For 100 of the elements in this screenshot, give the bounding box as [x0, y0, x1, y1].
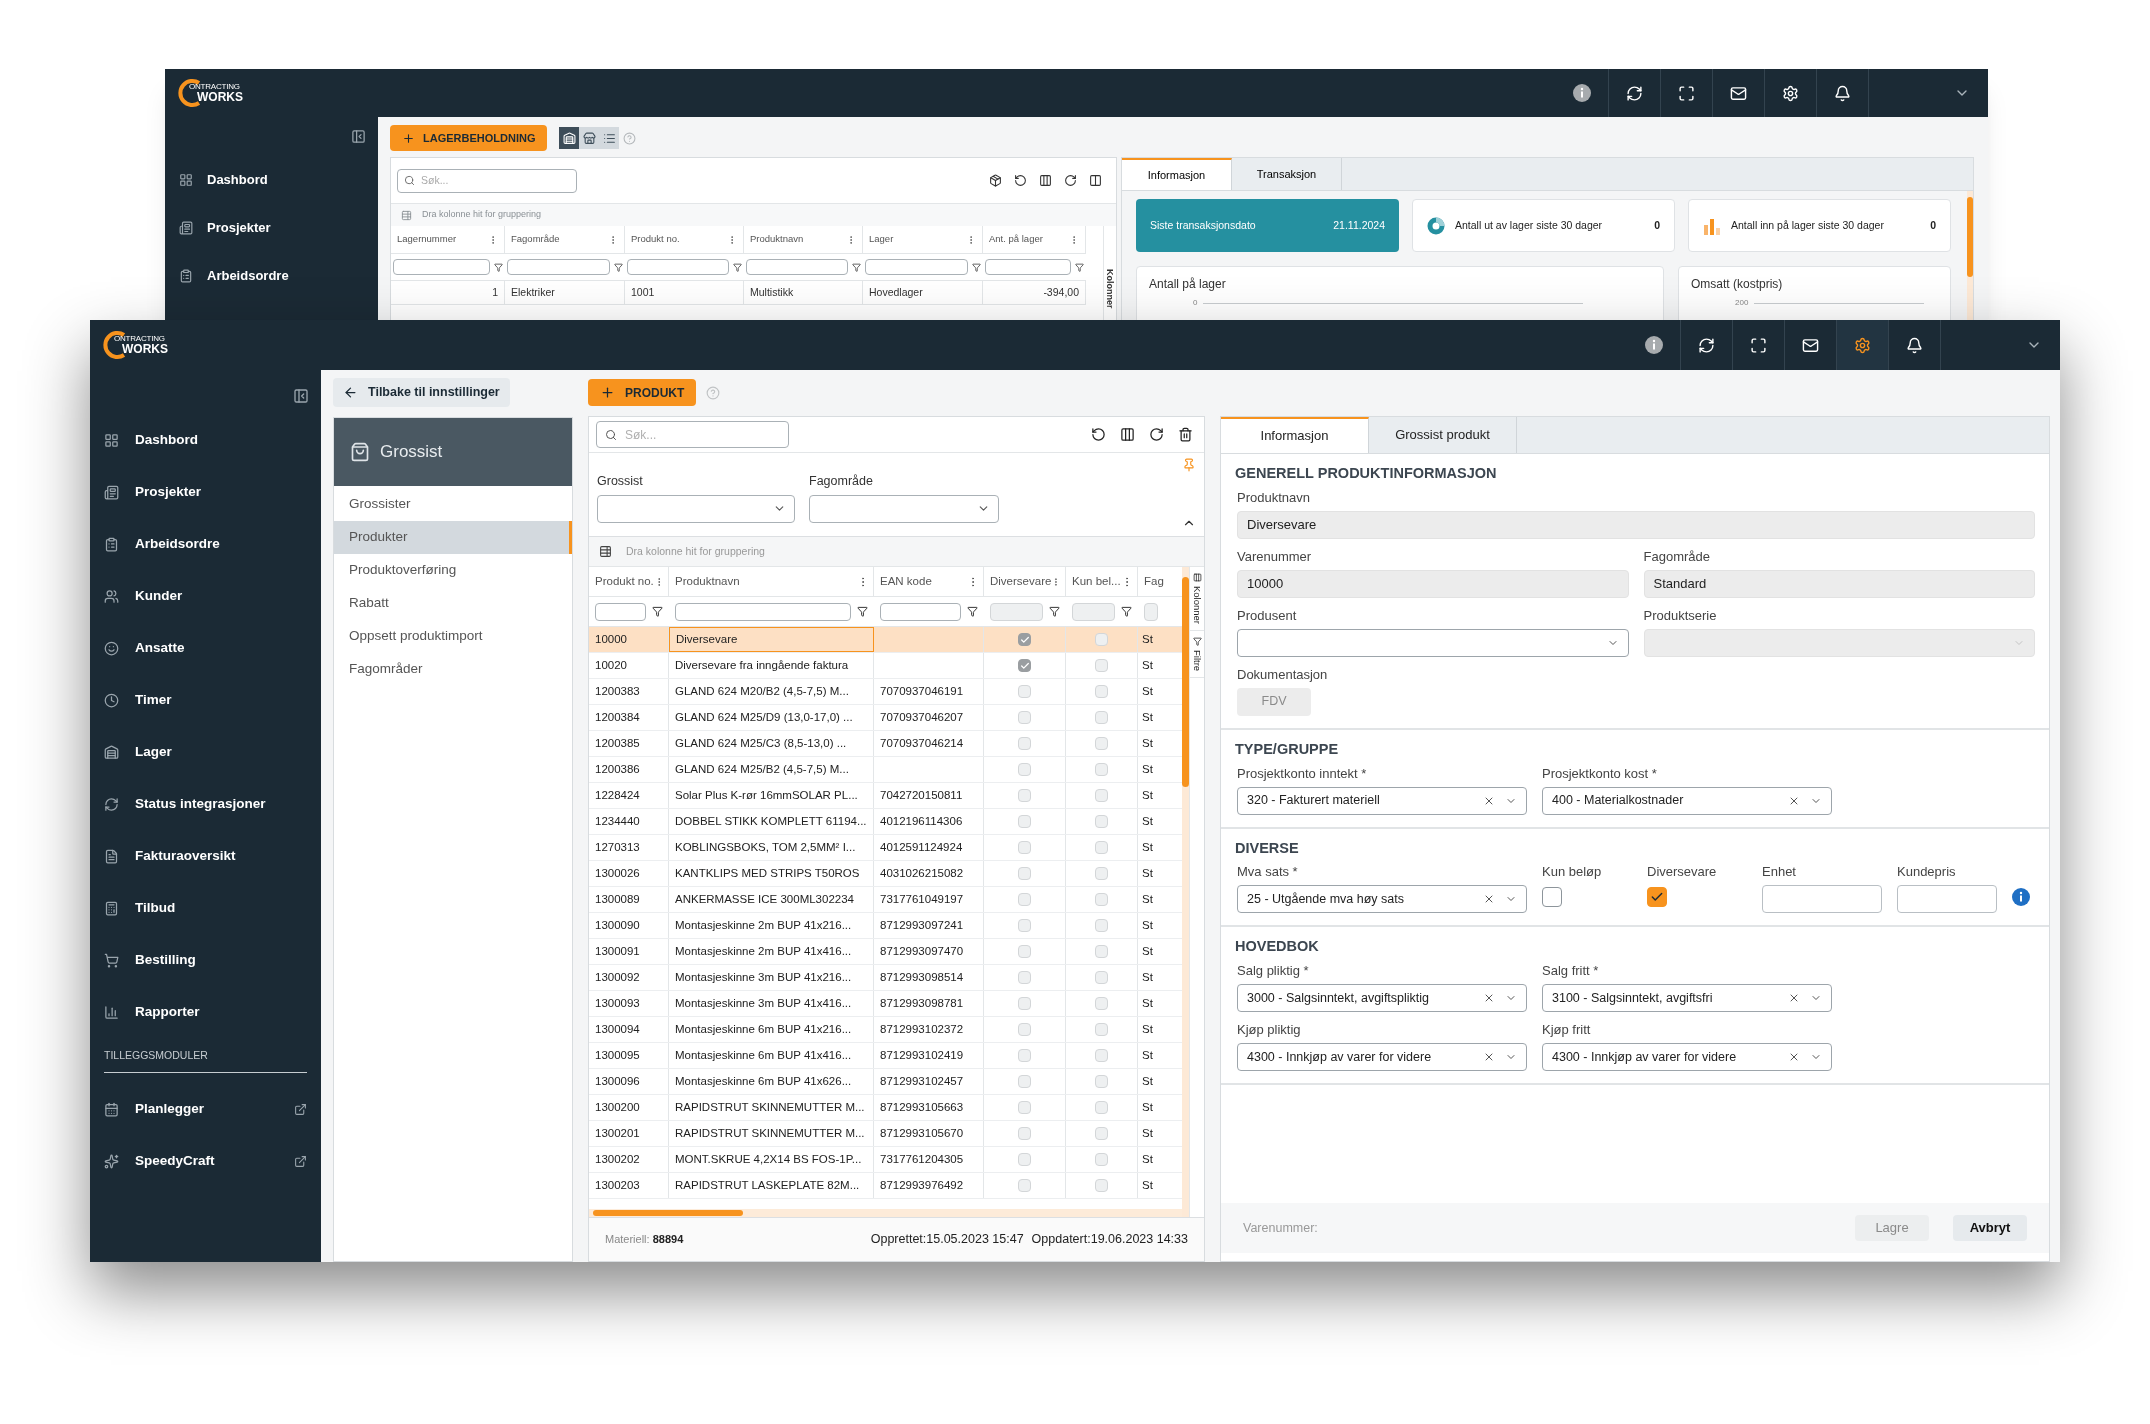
table-row[interactable]: 1300090 Montasjeskinne 2m BUP 41x216... 8712993097241 St	[589, 913, 1182, 939]
column-header[interactable]: Produktnavn	[669, 567, 874, 596]
column-header[interactable]: Lagernummer	[391, 226, 505, 253]
filter-icon[interactable]	[614, 262, 623, 272]
select-field[interactable]: 3100 - Salgsinntekt, avgiftsfri	[1542, 984, 1832, 1012]
select-field[interactable]	[1237, 628, 1629, 657]
info-icon[interactable]	[2012, 888, 2030, 907]
table-row[interactable]: 1200384 GLAND 624 M25/D9 (13,0-17,0) ... 7070937046207 St	[589, 705, 1182, 731]
filter-input[interactable]	[675, 602, 851, 621]
side-tab[interactable]: Kolonner	[1190, 567, 1204, 632]
filter-icon[interactable]	[852, 262, 861, 272]
clear-icon[interactable]	[1483, 992, 1495, 1004]
nav-item[interactable]: Grossister	[334, 488, 572, 521]
filter-icon[interactable]	[733, 262, 742, 272]
sidebar-item[interactable]: Kunder	[90, 570, 321, 622]
filter-input[interactable]	[865, 259, 968, 275]
clear-icon[interactable]	[1788, 1051, 1800, 1063]
tab[interactable]: Informasjon	[1221, 417, 1369, 453]
tab[interactable]: Transaksjon	[1232, 158, 1342, 190]
columns-icon[interactable]	[1120, 427, 1135, 442]
select-field[interactable]: 320 - Fakturert materiell	[1237, 786, 1527, 815]
filter-input[interactable]	[990, 602, 1043, 621]
input-field[interactable]	[1762, 885, 1882, 914]
view-toggle[interactable]	[559, 127, 580, 149]
checkbox[interactable]	[1542, 887, 1562, 908]
filter-icon[interactable]	[1049, 606, 1060, 617]
select-field[interactable]: 25 - Utgående mva høy sats	[1237, 885, 1527, 914]
column-header[interactable]: EAN kode	[874, 567, 984, 596]
table-row[interactable]: 1300091 Montasjeskinne 2m BUP 41x416... 8712993097470 St	[589, 939, 1182, 965]
table-row[interactable]: 10000 Diversevare St	[589, 627, 1182, 653]
select-field[interactable]: 4300 - Innkjøp av varer for videre	[1542, 1043, 1832, 1071]
column-header[interactable]: Produktnavn	[744, 226, 863, 253]
delete-icon[interactable]	[1178, 427, 1193, 442]
sidebar-item[interactable]: Dashbord	[165, 156, 378, 204]
clear-icon[interactable]	[1483, 1051, 1495, 1063]
sidebar-item[interactable]: Arbeidsordre	[165, 252, 378, 300]
column-header[interactable]: Diversevare	[984, 567, 1066, 596]
table-row[interactable]: 1300094 Montasjeskinne 6m BUP 41x216... 8712993102372 St	[589, 1017, 1182, 1043]
column-header[interactable]: Fag	[1138, 567, 1164, 596]
table-row[interactable]: 10020 Diversevare fra inngående faktura St	[589, 653, 1182, 679]
filter-icon[interactable]	[967, 606, 978, 617]
column-header[interactable]: Fagområde	[505, 226, 625, 253]
reset-icon[interactable]	[1014, 174, 1027, 187]
table-row[interactable]: 1234440 DOBBEL STIKK KOMPLETT 61194... 4012196114306 St	[589, 809, 1182, 835]
sidebar-item[interactable]: Dashbord	[90, 414, 321, 466]
nav-item[interactable]: Produktoverføring	[334, 554, 572, 587]
table-row[interactable]: 1300089 ANKERMASSE ICE 300ML302234 7317761049197 St	[589, 887, 1182, 913]
sidebar-item[interactable]: Status integrasjoner	[90, 778, 321, 830]
filter-icon[interactable]	[1121, 606, 1132, 617]
view-toggle[interactable]	[599, 127, 620, 149]
sidebar-item[interactable]: Planlegger	[90, 1083, 321, 1135]
view-toggle[interactable]	[579, 127, 600, 149]
sidebar-item[interactable]: Bestilling	[90, 934, 321, 986]
filter-input[interactable]	[880, 602, 961, 621]
add-button[interactable]: PRODUKT	[588, 379, 697, 406]
column-header[interactable]: Produkt no.	[589, 567, 669, 596]
sidebar-item[interactable]: SpeedyCraft	[90, 1135, 321, 1187]
checkbox[interactable]	[1647, 887, 1667, 908]
sidebar-item[interactable]: Ansatte	[90, 622, 321, 674]
footer-button[interactable]: Avbryt	[1953, 1215, 2027, 1241]
filter-input[interactable]	[1144, 602, 1158, 621]
column-header[interactable]: Lager	[863, 226, 983, 253]
sidebar-item[interactable]: Prosjekter	[165, 204, 378, 252]
column-header[interactable]: Ant. på lager	[983, 226, 1086, 253]
table-row[interactable]: 1300095 Montasjeskinne 6m BUP 41x416... 8712993102419 St	[589, 1043, 1182, 1069]
side-tab[interactable]: Kolonner	[1103, 226, 1116, 320]
select-field[interactable]: 3000 - Salgsinntekt, avgiftspliktig	[1237, 984, 1527, 1012]
table-row[interactable]: 1200386 GLAND 624 M25/B2 (4,5-7,5) M... St	[589, 757, 1182, 783]
columns-icon[interactable]	[1039, 174, 1052, 187]
nav-item[interactable]: Oppsett produktimport	[334, 620, 572, 653]
filter-input[interactable]	[985, 259, 1071, 275]
package-icon[interactable]	[989, 174, 1002, 187]
filter-icon[interactable]	[972, 262, 981, 272]
add-button[interactable]: LAGERBEHOLDNING	[390, 125, 548, 151]
clear-icon[interactable]	[1788, 992, 1800, 1004]
nav-item[interactable]: Rabatt	[334, 587, 572, 620]
table-row[interactable]: 1300200 RAPIDSTRUT SKINNEMUTTER M... 8712993105663 St	[589, 1095, 1182, 1121]
table-row[interactable]: 1300202 MONT.SKRUE 4,2X14 BS FOS-1P... 7317761204305 St	[589, 1147, 1182, 1173]
sidebar-item[interactable]: Tilbud	[90, 882, 321, 934]
filter-input[interactable]	[393, 259, 490, 275]
sidebar-item[interactable]: Prosjekter	[90, 466, 321, 518]
select-field[interactable]: 4300 - Innkjøp av varer for videre	[1237, 1043, 1527, 1071]
filter-icon[interactable]	[857, 606, 868, 617]
table-row[interactable]: 1300096 Montasjeskinne 6m BUP 41x626... 8712993102457 St	[589, 1069, 1182, 1095]
filter-icon[interactable]	[1075, 262, 1084, 272]
refresh-icon[interactable]	[1064, 174, 1077, 187]
table-row[interactable]: 1300201 RAPIDSTRUT SKINNEMUTTER M... 8712993105670 St	[589, 1121, 1182, 1147]
column-header[interactable]: Produkt no.	[625, 226, 744, 253]
table-row[interactable]: 1300092 Montasjeskinne 3m BUP 41x216... 8712993098514 St	[589, 965, 1182, 991]
reset-icon[interactable]	[1091, 427, 1106, 442]
sidebar-item[interactable]: Arbeidsordre	[90, 518, 321, 570]
table-row[interactable]: 1300026 KANTKLIPS MED STRIPS T50ROS 4031026215082 St	[589, 861, 1182, 887]
sidebar-item[interactable]: Lager	[90, 726, 321, 778]
filter-input[interactable]	[595, 602, 646, 621]
refresh-icon[interactable]	[1149, 427, 1164, 442]
filter-input[interactable]	[507, 259, 610, 275]
select-field[interactable]: 400 - Materialkostnader	[1542, 786, 1832, 815]
table-row[interactable]: 1200385 GLAND 624 M25/C3 (8,5-13,0) ... 7070937046214 St	[589, 731, 1182, 757]
collapse-icon[interactable]	[351, 129, 366, 144]
column-header[interactable]: Kun bel...	[1066, 567, 1138, 596]
